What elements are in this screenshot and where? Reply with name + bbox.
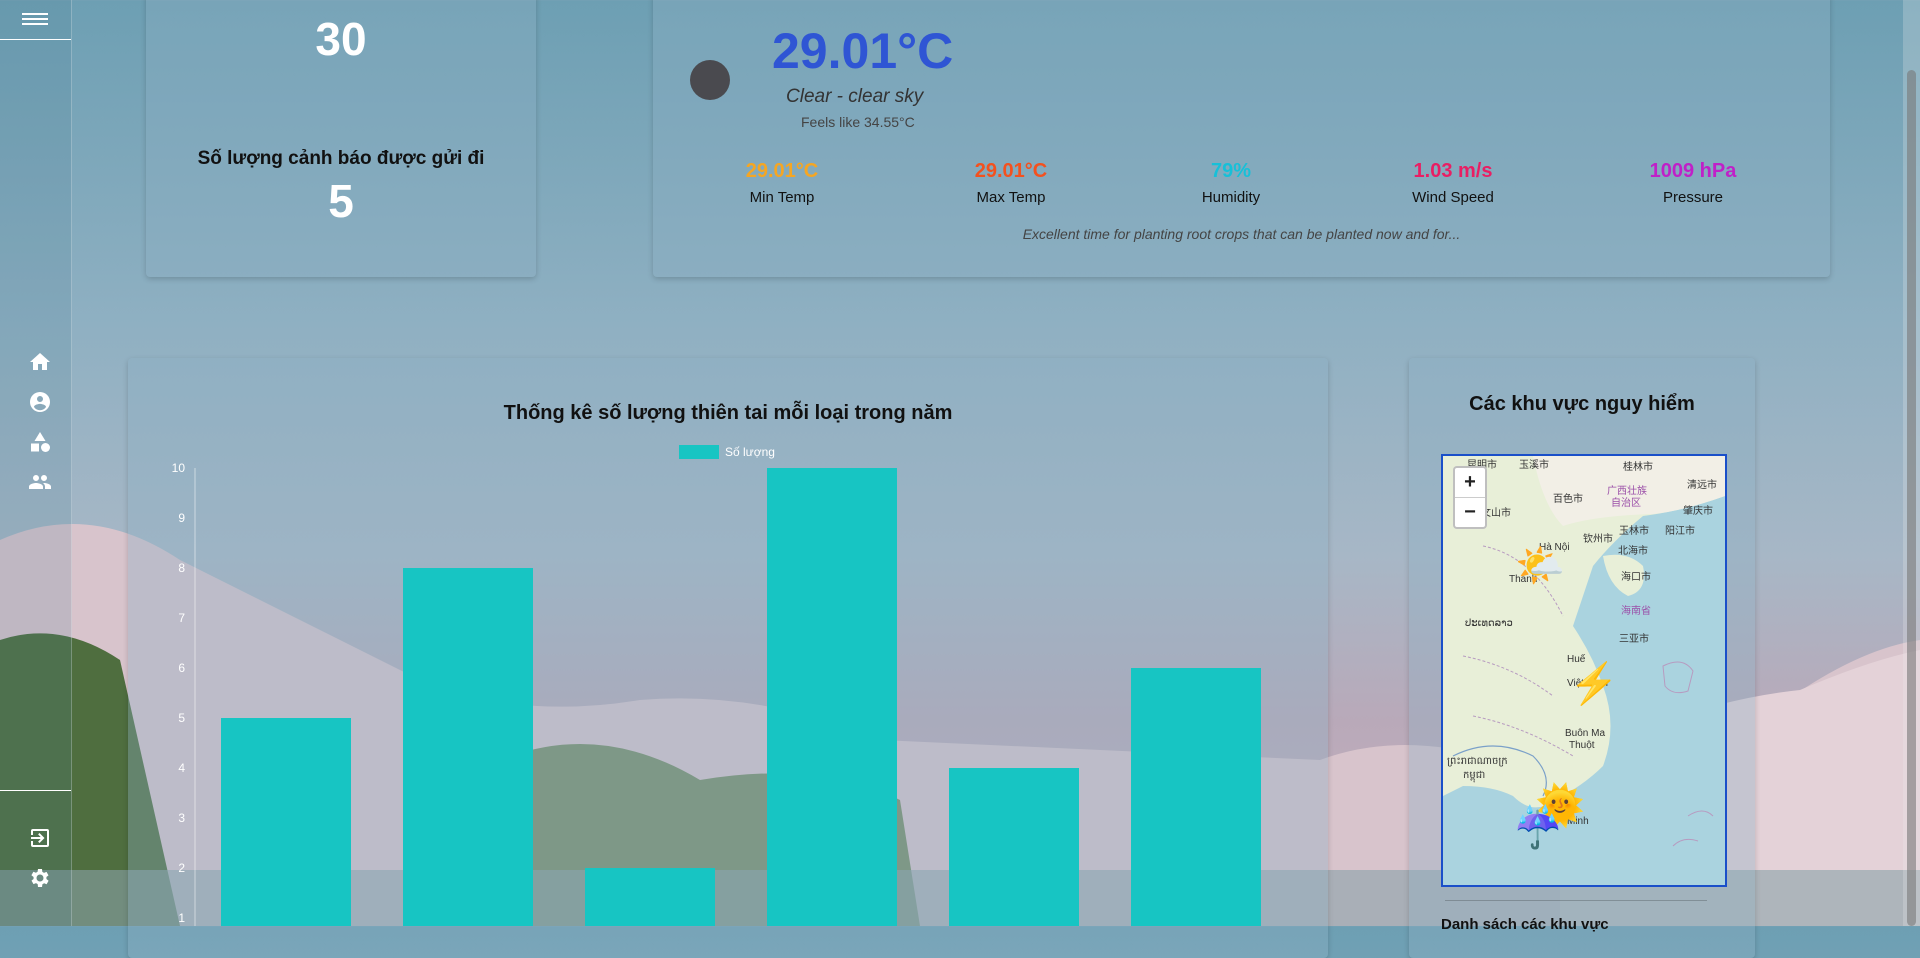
- map-label: ព្រះរាជាណាចក្រ: [1447, 756, 1508, 767]
- y-tick-label: 2: [178, 861, 185, 875]
- map-label: 桂林市: [1623, 462, 1653, 473]
- y-tick-label: 10: [172, 461, 186, 475]
- map-label: 海南省: [1621, 606, 1651, 617]
- zoom-out-button[interactable]: −: [1455, 497, 1485, 527]
- group-icon[interactable]: [28, 470, 52, 494]
- account-circle-icon[interactable]: [28, 390, 52, 414]
- metric-wind-speed: 1.03 m/s Wind Speed: [1368, 160, 1538, 206]
- map-label: Buôn Ma: [1565, 728, 1606, 739]
- page-scrollbar-thumb[interactable]: [1907, 70, 1916, 926]
- map-label: 肇庆市: [1683, 506, 1713, 517]
- map-zoom-control: + −: [1453, 466, 1487, 529]
- y-tick-label: 7: [178, 611, 185, 625]
- map-label: 玉林市: [1619, 526, 1649, 537]
- y-tick-label: 8: [178, 561, 185, 575]
- metric-label: Wind Speed: [1412, 189, 1494, 206]
- chart-bar[interactable]: [585, 868, 715, 926]
- chart-bar[interactable]: [949, 768, 1079, 926]
- alerts-stat-card: 30 Số lượng cảnh báo được gửi đi 5: [146, 0, 536, 277]
- danger-zones-list-heading: Danh sách các khu vực: [1441, 916, 1609, 933]
- logout-icon[interactable]: [28, 826, 52, 850]
- zoom-in-button[interactable]: +: [1455, 468, 1485, 497]
- settings-icon[interactable]: [28, 866, 52, 890]
- map-title: Các khu vực nguy hiểm: [1469, 393, 1695, 415]
- weather-icon: [690, 60, 730, 100]
- y-tick-label: 5: [178, 711, 185, 725]
- metric-value: 1.03 m/s: [1413, 160, 1493, 182]
- sidebar-divider: [0, 790, 71, 791]
- chart-bar[interactable]: [1131, 668, 1261, 926]
- metric-pressure: 1009 hPa Pressure: [1608, 160, 1778, 206]
- y-tick-label: 6: [178, 661, 185, 675]
- sun-cloud-marker-icon[interactable]: 🌤️: [1515, 546, 1565, 586]
- metric-value: 29.01°C: [974, 160, 1048, 182]
- current-temperature: 29.01°C: [772, 23, 954, 79]
- metric-label: Humidity: [1201, 189, 1261, 206]
- map-label: 自治区: [1611, 498, 1641, 509]
- bar-chart: 10 9 8 7 6 5 4 3 2 1: [172, 461, 1261, 926]
- metric-value: 1009 hPa: [1649, 160, 1737, 182]
- map-divider: [1445, 900, 1707, 901]
- y-tick-label: 4: [178, 761, 185, 775]
- map-label: 海口市: [1621, 572, 1651, 583]
- sidebar-divider: [0, 39, 71, 40]
- metric-label: Pressure: [1662, 189, 1724, 206]
- metric-label: Min Temp: [749, 189, 815, 206]
- metric-humidity: 79% Humidity: [1146, 160, 1316, 206]
- map-label: 钦州市: [1583, 534, 1613, 545]
- map-label: Thuột: [1569, 740, 1595, 751]
- metric-min-temp: 29.01°C Min Temp: [697, 160, 867, 206]
- map-label: 百色市: [1553, 494, 1583, 505]
- feels-like: Feels like 34.55°C: [801, 114, 915, 130]
- weather-condition: Clear - clear sky: [786, 86, 924, 107]
- map-label: ປະເທດລາວ: [1465, 618, 1513, 629]
- sidebar: [0, 0, 72, 926]
- map-label: 三亚市: [1619, 634, 1649, 645]
- chart-bar[interactable]: [221, 718, 351, 926]
- stat-top-value: 30: [315, 13, 367, 65]
- metric-label: Max Temp: [976, 189, 1046, 206]
- map-label: កម្ពុជា: [1463, 770, 1486, 781]
- menu-icon[interactable]: [22, 10, 48, 32]
- chart-bar[interactable]: [403, 568, 533, 926]
- category-icon[interactable]: [28, 430, 52, 454]
- metric-value: 29.01°C: [745, 160, 819, 182]
- map-label: 清远市: [1687, 480, 1717, 491]
- alerts-value: 5: [328, 175, 354, 227]
- map-label: 北海市: [1618, 546, 1648, 557]
- map-label: 玉溪市: [1519, 460, 1549, 471]
- y-tick-label: 9: [178, 511, 185, 525]
- home-icon[interactable]: [28, 350, 52, 374]
- map-label: 阳江市: [1665, 526, 1695, 537]
- metric-value: 79%: [1210, 160, 1252, 182]
- umbrella-rain-marker-icon[interactable]: ☔: [1513, 808, 1563, 848]
- y-tick-label: 1: [178, 911, 185, 925]
- alerts-label: Số lượng cảnh báo được gửi đi: [197, 148, 485, 169]
- chart-bar[interactable]: [767, 468, 897, 926]
- lightning-marker-icon[interactable]: ⚡: [1569, 664, 1619, 704]
- chart-title: Thống kê số lượng thiên tai mỗi loại tro…: [503, 402, 953, 424]
- weather-advice: Excellent time for planting root crops t…: [1022, 226, 1461, 242]
- metric-max-temp: 29.01°C Max Temp: [926, 160, 1096, 206]
- y-tick-label: 3: [178, 811, 185, 825]
